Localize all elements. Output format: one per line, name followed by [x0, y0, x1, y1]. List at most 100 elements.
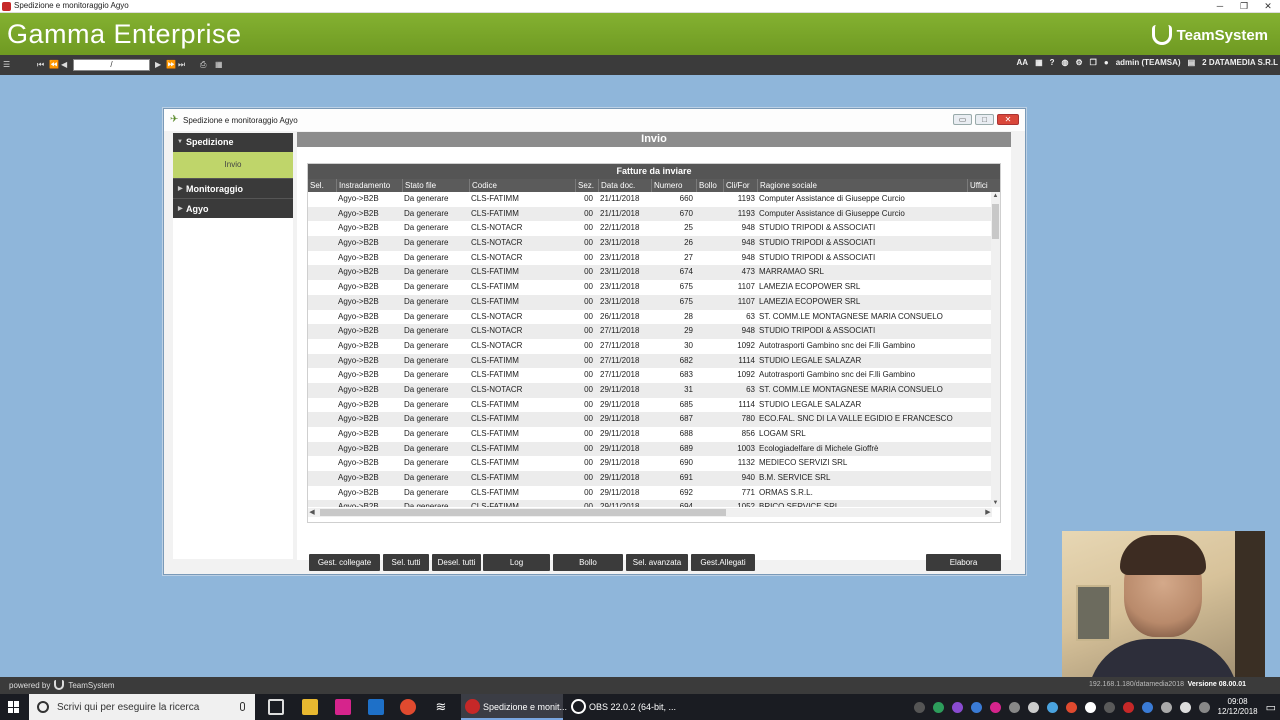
table-row[interactable]: Agyo->B2B Da generare CLS-FATIMM 00 29/11/20…: [308, 398, 992, 413]
elabora-button[interactable]: Elabora: [926, 554, 1001, 571]
company-label[interactable]: 2 DATAMEDIA S.R.L: [1202, 58, 1278, 67]
vertical-scroll-thumb[interactable]: [992, 204, 999, 239]
tray-chrome-icon[interactable]: [1065, 701, 1077, 713]
log-button[interactable]: Log: [483, 554, 550, 571]
dialog-close-button[interactable]: ✕: [997, 114, 1019, 125]
onenote-icon[interactable]: [335, 699, 351, 715]
table-row[interactable]: Agyo->B2B Da generare CLS-NOTACR 00 29/11/20…: [308, 382, 992, 398]
dialog-minimize-button[interactable]: ▭: [953, 114, 972, 125]
wifi-app-icon[interactable]: ≋: [433, 699, 449, 715]
scroll-up-icon[interactable]: ▲: [991, 192, 1000, 200]
tray-app-blue-icon[interactable]: [970, 701, 982, 713]
table-row[interactable]: Agyo->B2B Da generare CLS-FATIMM 00 23/11/20…: [308, 294, 992, 310]
windows-icon[interactable]: ❐: [1090, 58, 1097, 67]
bollo-button[interactable]: Bollo: [553, 554, 623, 571]
help-icon[interactable]: ?: [1050, 58, 1055, 67]
next-record-icon[interactable]: ▶: [155, 59, 161, 70]
apps-icon[interactable]: ▦: [1035, 58, 1043, 67]
gest-collegate-button[interactable]: Gest. collegate: [309, 554, 380, 571]
prev-page-icon[interactable]: ⏪: [49, 59, 59, 70]
scroll-right-icon[interactable]: ▶: [984, 508, 992, 517]
tray-app-pink-icon[interactable]: [989, 701, 1001, 713]
task-spedizione[interactable]: Spedizione e monit...: [461, 694, 567, 720]
table-row[interactable]: Agyo->B2B Da generare CLS-FATIMM 00 21/11/20…: [308, 192, 992, 207]
windows-start-icon[interactable]: [8, 701, 20, 713]
tray-cloud-icon[interactable]: [1046, 701, 1058, 713]
table-row[interactable]: Agyo->B2B Da generare CLS-FATIMM 00 23/11/20…: [308, 280, 992, 295]
col-header-sel[interactable]: Sel.: [308, 179, 336, 192]
table-row[interactable]: Agyo->B2B Da generare CLS-NOTACR 00 27/11/20…: [308, 339, 992, 354]
onedrive-icon[interactable]: [1027, 701, 1039, 713]
tray-red-app-icon[interactable]: [1122, 701, 1134, 713]
table-row[interactable]: Agyo->B2B Da generare CLS-NOTACR 00 23/11/20…: [308, 236, 992, 251]
col-header-sez[interactable]: Sez.: [575, 179, 598, 192]
table-row[interactable]: Agyo->B2B Da generare CLS-FATIMM 00 29/11/20…: [308, 427, 992, 442]
col-header-ragione-sociale[interactable]: Ragione sociale: [757, 179, 967, 192]
horizontal-scroll-thumb[interactable]: [320, 509, 726, 516]
scroll-down-icon[interactable]: ▼: [991, 499, 1000, 507]
table-row[interactable]: Agyo->B2B Da generare CLS-FATIMM 00 29/11/20…: [308, 412, 992, 427]
pen-icon[interactable]: [1198, 701, 1210, 713]
minimize-button[interactable]: ─: [1208, 0, 1232, 13]
last-record-icon[interactable]: ⏭: [178, 59, 185, 70]
print-icon[interactable]: ⎙: [200, 59, 206, 70]
tray-app-green-icon[interactable]: [932, 701, 944, 713]
table-row[interactable]: Agyo->B2B Da generare CLS-FATIMM 00 27/11/20…: [308, 353, 992, 369]
maximize-button[interactable]: ❐: [1232, 0, 1256, 13]
table-row[interactable]: Agyo->B2B Da generare CLS-FATIMM 00 27/11/20…: [308, 368, 992, 383]
table-row[interactable]: Agyo->B2B Da generare CLS-FATIMM 00 21/11/20…: [308, 206, 992, 222]
sidebar-item-agyo[interactable]: ▶ Agyo: [173, 198, 293, 218]
grid-icon[interactable]: ▦: [215, 59, 223, 70]
file-explorer-icon[interactable]: [302, 699, 318, 715]
sel-avanzata-button[interactable]: Sel. avanzata: [626, 554, 688, 571]
notifications-icon[interactable]: ▭: [1266, 701, 1276, 714]
globe-icon[interactable]: ◍: [1062, 58, 1069, 67]
col-header-instradamento[interactable]: Instradamento: [336, 179, 402, 192]
close-button[interactable]: ✕: [1256, 0, 1280, 13]
outlook-icon[interactable]: [368, 699, 384, 715]
col-header-data-doc[interactable]: Data doc.: [598, 179, 651, 192]
table-row[interactable]: Agyo->B2B Da generare CLS-NOTACR 00 22/11/20…: [308, 221, 992, 236]
tray-bluetooth-icon[interactable]: [1141, 701, 1153, 713]
first-record-icon[interactable]: ⏮: [37, 59, 44, 70]
gest-allegati-button[interactable]: Gest.Allegati: [691, 554, 755, 571]
tray-device-icon[interactable]: [1103, 701, 1115, 713]
network-icon[interactable]: [1084, 701, 1096, 713]
col-header-bollo[interactable]: Bollo: [696, 179, 723, 192]
col-header-numero[interactable]: Numero: [651, 179, 696, 192]
scroll-left-icon[interactable]: ◀: [308, 508, 316, 517]
tray-app-purple-icon[interactable]: [951, 701, 963, 713]
table-row[interactable]: Agyo->B2B Da generare CLS-FATIMM 00 29/11/20…: [308, 441, 992, 457]
prev-record-icon[interactable]: ◀: [61, 59, 67, 70]
chrome-icon[interactable]: [400, 699, 416, 715]
next-page-icon[interactable]: ⏩: [166, 59, 176, 70]
taskbar-search[interactable]: Scrivi qui per eseguire la ricerca: [29, 694, 255, 720]
tray-app-gray-icon[interactable]: [1008, 701, 1020, 713]
settings-icon[interactable]: ⚙: [1076, 58, 1083, 67]
table-row[interactable]: Agyo->B2B Da generare CLS-FATIMM 00 29/11/20…: [308, 500, 992, 507]
dialog-maximize-button[interactable]: □: [975, 114, 994, 125]
table-row[interactable]: Agyo->B2B Da generare CLS-NOTACR 00 27/11/20…: [308, 324, 992, 339]
table-row[interactable]: Agyo->B2B Da generare CLS-FATIMM 00 29/11/20…: [308, 456, 992, 471]
sel-tutti-button[interactable]: Sel. tutti: [383, 554, 429, 571]
table-row[interactable]: Agyo->B2B Da generare CLS-FATIMM 00 29/11/20…: [308, 471, 992, 486]
microphone-icon[interactable]: [240, 702, 245, 711]
vertical-scrollbar[interactable]: ▲ ▼: [991, 192, 1000, 507]
col-header-uffici[interactable]: Uffici: [967, 179, 992, 192]
battery-icon[interactable]: [1160, 701, 1172, 713]
table-row[interactable]: Agyo->B2B Da generare CLS-FATIMM 00 23/11/20…: [308, 265, 992, 281]
volume-icon[interactable]: [1179, 701, 1191, 713]
col-header-cli-for[interactable]: Cli/For: [723, 179, 757, 192]
col-header-codice[interactable]: Codice: [469, 179, 575, 192]
task-obs[interactable]: OBS 22.0.2 (64-bit, ...: [567, 694, 676, 720]
table-row[interactable]: Agyo->B2B Da generare CLS-NOTACR 00 23/11/20…: [308, 251, 992, 266]
desel-tutti-button[interactable]: Desel. tutti: [432, 554, 481, 571]
record-nav-input[interactable]: /: [73, 59, 150, 71]
table-row[interactable]: Agyo->B2B Da generare CLS-NOTACR 00 26/11/20…: [308, 310, 992, 325]
sidebar-item-invio[interactable]: Invio: [173, 152, 293, 178]
task-view-icon[interactable]: [268, 699, 284, 715]
people-icon[interactable]: [913, 701, 925, 713]
horizontal-scrollbar[interactable]: ◀ ▶: [308, 508, 992, 517]
col-header-stato-file[interactable]: Stato file: [402, 179, 469, 192]
menu-icon[interactable]: ☰: [3, 59, 10, 70]
